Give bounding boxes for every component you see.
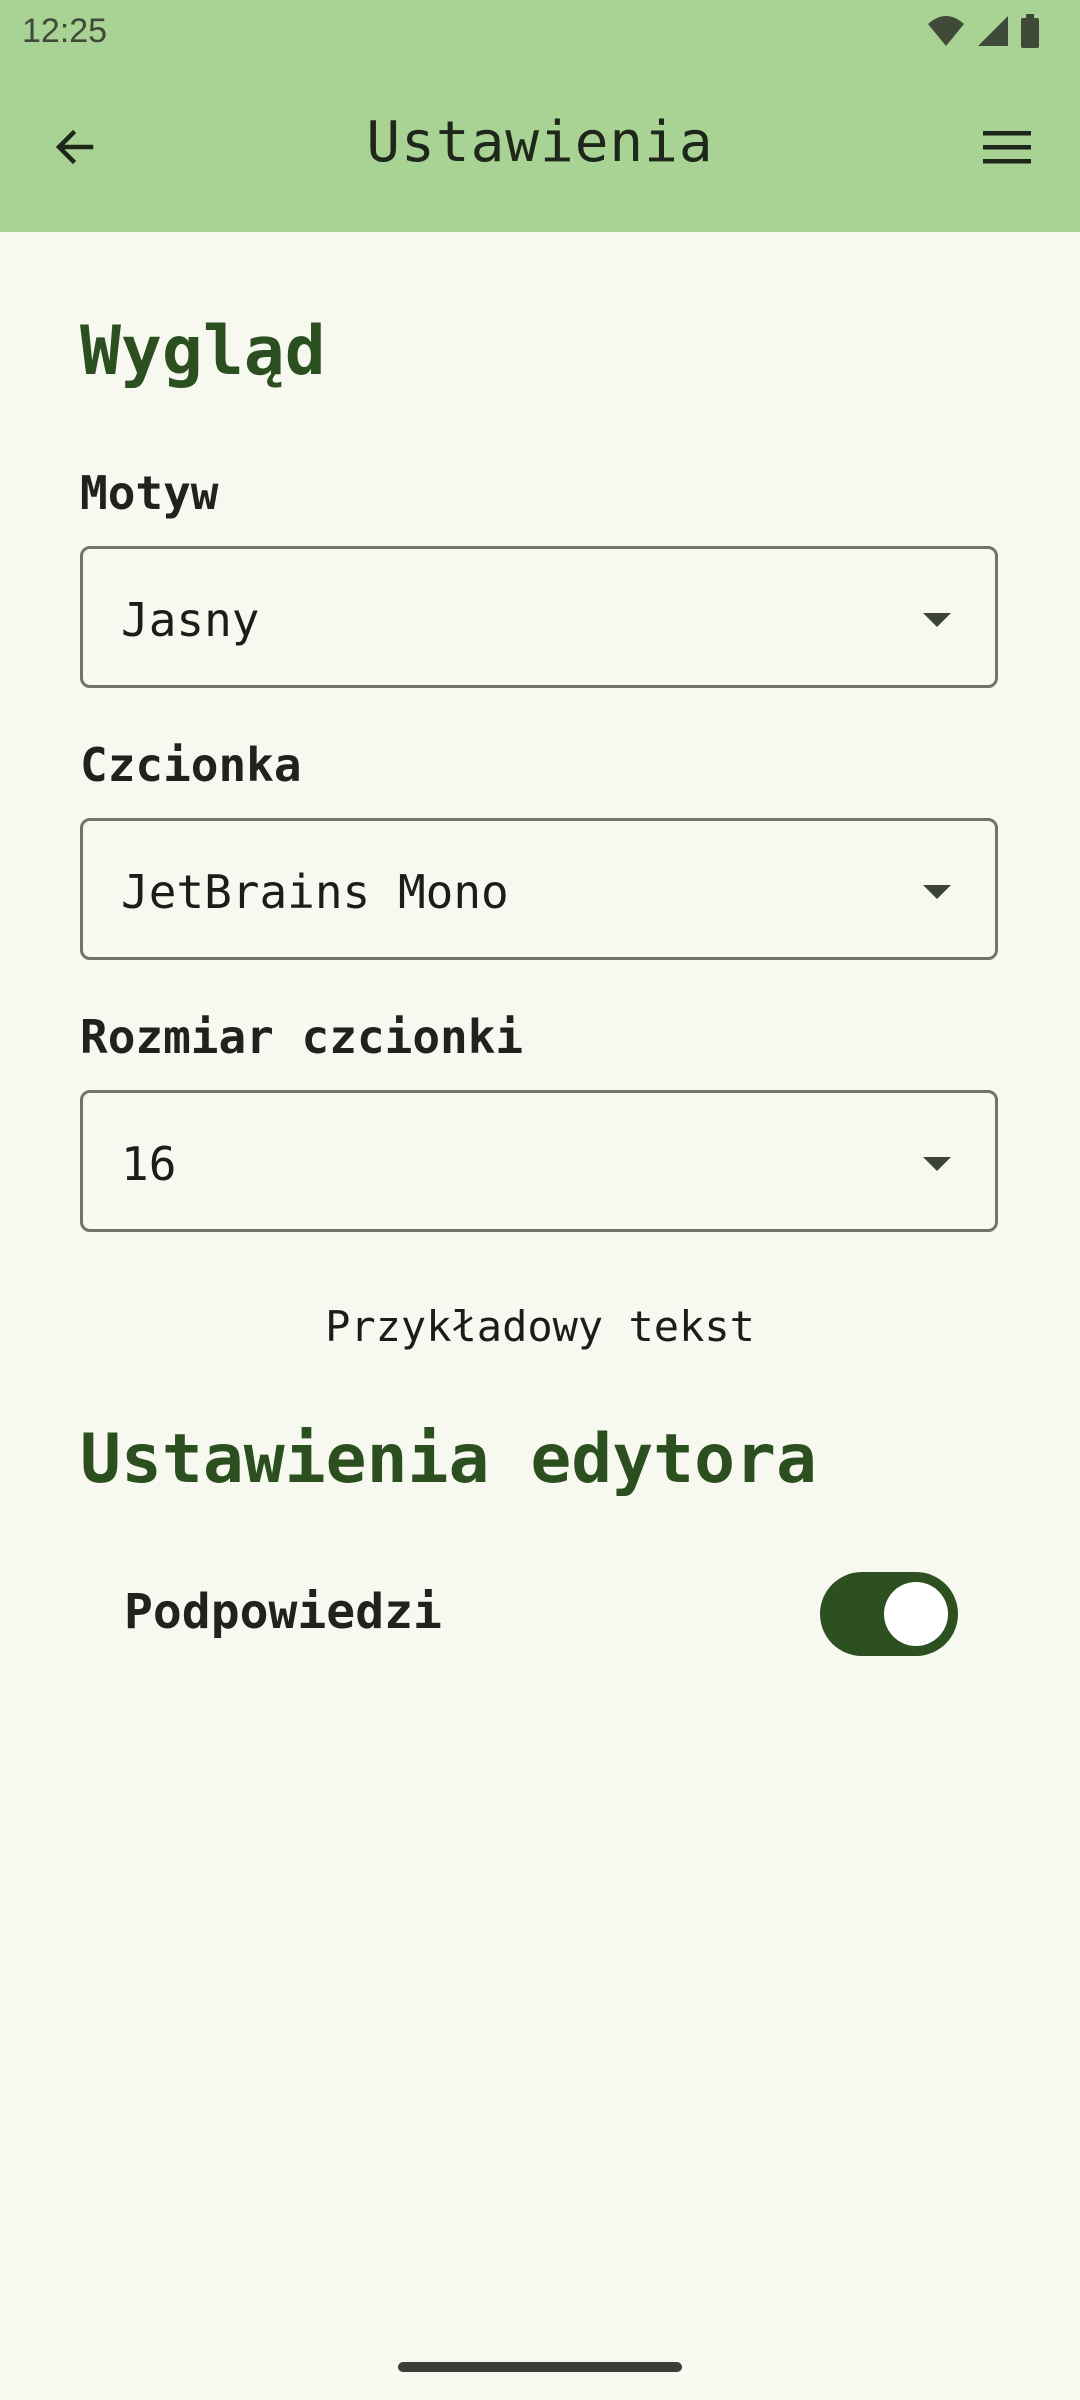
cell-signal-icon <box>976 14 1010 52</box>
dropdown-arrow-icon <box>923 885 951 899</box>
hints-label: Podpowiedzi <box>124 1584 442 1640</box>
status-time: 12:25 <box>22 12 108 50</box>
font-label: Czcionka <box>80 738 302 792</box>
battery-icon <box>1020 14 1040 52</box>
hints-setting-row[interactable]: Podpowiedzi <box>80 1562 998 1666</box>
toggle-knob <box>884 1582 948 1646</box>
status-icons <box>926 14 1040 52</box>
home-indicator[interactable] <box>398 2362 682 2372</box>
menu-button[interactable] <box>974 116 1040 182</box>
section-title-editor: Ustawienia edytora <box>80 1420 817 1499</box>
sample-text-preview: Przykładowy tekst <box>325 1302 755 1351</box>
theme-value: Jasny <box>121 593 260 647</box>
status-bar: 12:25 <box>0 0 1080 66</box>
theme-label: Motyw <box>80 466 219 520</box>
hamburger-menu-icon <box>981 127 1033 171</box>
page-title: Ustawienia <box>366 110 714 175</box>
font-size-label: Rozmiar czcionki <box>80 1010 524 1064</box>
app-bar: Ustawienia <box>0 66 1080 232</box>
font-size-dropdown[interactable]: 16 <box>80 1090 998 1232</box>
dropdown-arrow-icon <box>923 1157 951 1171</box>
font-value: JetBrains Mono <box>121 865 509 919</box>
section-title-appearance: Wygląd <box>80 312 326 391</box>
wifi-icon <box>926 14 966 52</box>
font-size-value: 16 <box>121 1137 177 1191</box>
font-dropdown[interactable]: JetBrains Mono <box>80 818 998 960</box>
theme-dropdown[interactable]: Jasny <box>80 546 998 688</box>
dropdown-arrow-icon <box>923 613 951 627</box>
hints-toggle[interactable] <box>820 1572 958 1656</box>
